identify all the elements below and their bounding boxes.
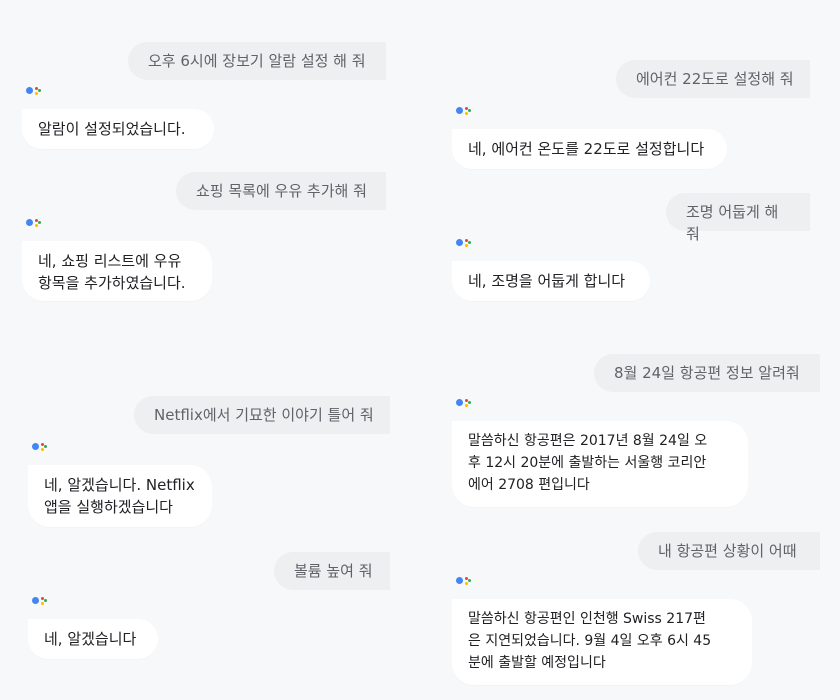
google-assistant-logo-icon: [32, 596, 48, 610]
user-message-bubble: Netflix에서 기묘한 이야기 틀어 줘: [134, 396, 390, 434]
logo-dot-yellow: [465, 404, 468, 407]
google-assistant-logo-icon: [26, 218, 42, 232]
logo-dot-blue: [456, 399, 463, 406]
google-assistant-logo-icon: [456, 238, 472, 252]
assistant-response-bubble: 네, 조명을 어둡게 합니다: [452, 261, 650, 301]
logo-dot-green: [38, 89, 41, 92]
logo-dot-yellow: [41, 448, 44, 451]
logo-dot-blue: [456, 107, 463, 114]
google-assistant-logo-icon: [32, 442, 48, 456]
google-assistant-logo-icon: [456, 576, 472, 590]
google-assistant-logo-icon: [26, 86, 42, 100]
logo-dot-green: [468, 109, 471, 112]
assistant-response-bubble: 말씀하신 항공편은 2017년 8월 24일 오 후 12시 20분에 출발하는…: [452, 421, 748, 507]
logo-dot-yellow: [465, 112, 468, 115]
logo-dot-blue: [26, 87, 33, 94]
google-assistant-logo-icon: [456, 398, 472, 412]
user-message-bubble: 오후 6시에 장보기 알람 설정 해 줘: [128, 42, 386, 80]
assistant-response-bubble: 알람이 설정되었습니다.: [22, 109, 214, 149]
logo-dot-green: [38, 221, 41, 224]
user-message-bubble: 8월 24일 항공편 정보 알려줘: [594, 354, 820, 392]
logo-dot-blue: [32, 443, 39, 450]
assistant-response-bubble: 네, 알겠습니다. Netflix 앱을 실행하겠습니다: [28, 465, 212, 527]
logo-dot-green: [468, 401, 471, 404]
user-message-bubble: 쇼핑 목록에 우유 추가해 줘: [176, 172, 386, 210]
logo-dot-green: [44, 445, 47, 448]
logo-dot-yellow: [35, 92, 38, 95]
assistant-response-bubble: 네, 쇼핑 리스트에 우유 항목을 추가하였습니다.: [22, 241, 212, 301]
user-message-bubble: 에어컨 22도로 설정해 줘: [616, 60, 810, 98]
google-assistant-logo-icon: [456, 106, 472, 120]
logo-dot-green: [44, 599, 47, 602]
logo-dot-yellow: [35, 224, 38, 227]
logo-dot-blue: [26, 219, 33, 226]
logo-dot-blue: [456, 577, 463, 584]
user-message-bubble: 조명 어둡게 해 줘: [666, 193, 810, 243]
user-message-bubble: 볼륨 높여 줘: [274, 552, 390, 590]
logo-dot-green: [468, 579, 471, 582]
logo-dot-yellow: [41, 602, 44, 605]
assistant-response-bubble: 네, 알겠습니다: [28, 619, 158, 659]
logo-dot-blue: [32, 597, 39, 604]
logo-dot-blue: [456, 239, 463, 246]
logo-dot-yellow: [465, 582, 468, 585]
assistant-response-bubble: 네, 에어컨 온도를 22도로 설정합니다: [452, 129, 727, 169]
user-message-bubble: 내 항공편 상황이 어때: [638, 532, 820, 570]
assistant-response-bubble: 말씀하신 항공편인 인천행 Swiss 217편 은 지연되었습니다. 9월 4…: [452, 599, 752, 685]
logo-dot-yellow: [465, 244, 468, 247]
logo-dot-green: [468, 241, 471, 244]
